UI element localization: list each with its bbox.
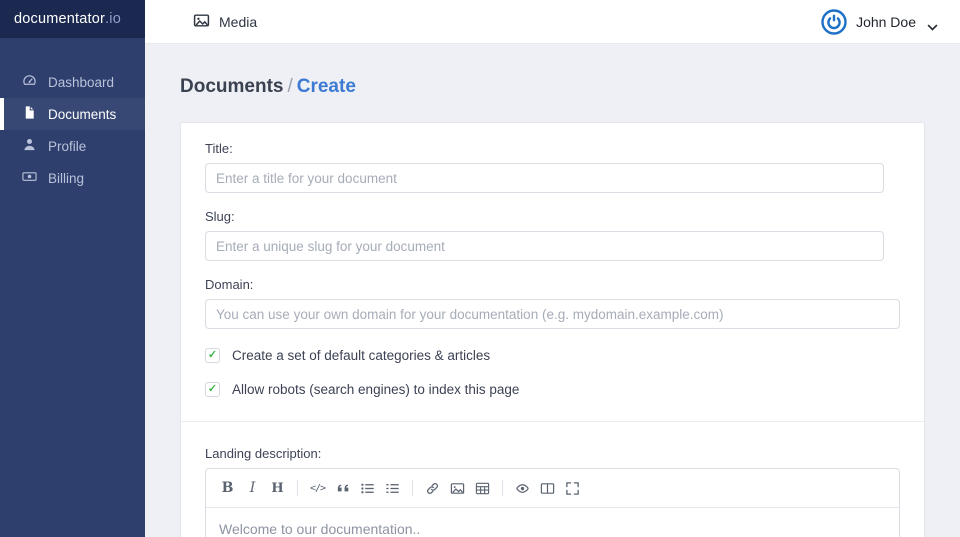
side-by-side-icon[interactable] — [535, 476, 560, 500]
fullscreen-icon[interactable] — [560, 476, 585, 500]
default-categories-label: Create a set of default categories & art… — [232, 348, 490, 363]
app: documentator.io Dashboard Documents Prof… — [0, 0, 960, 537]
topbar: Media John Doe — [145, 0, 960, 44]
sidebar-item-label: Billing — [48, 171, 84, 186]
code-icon[interactable]: </> — [305, 476, 330, 500]
toolbar-separator — [297, 480, 298, 496]
brand-logo[interactable]: documentator.io — [0, 0, 145, 38]
domain-group: Domain: — [205, 277, 900, 329]
breadcrumb-section: Documents — [180, 76, 283, 97]
toolbar-separator — [412, 480, 413, 496]
editor-toolbar: B I H </> — [206, 469, 899, 508]
italic-icon[interactable]: I — [240, 476, 265, 500]
link-icon[interactable] — [420, 476, 445, 500]
landing-description-label: Landing description: — [205, 446, 900, 461]
quote-icon[interactable] — [330, 476, 355, 500]
heading-icon[interactable]: H — [265, 476, 290, 500]
preview-eye-icon[interactable] — [510, 476, 535, 500]
allow-robots-checkbox[interactable]: ✓ — [205, 382, 220, 397]
sidebar: documentator.io Dashboard Documents Prof… — [0, 0, 145, 537]
allow-robots-label: Allow robots (search engines) to index t… — [232, 382, 519, 397]
sidebar-item-billing[interactable]: Billing — [0, 162, 145, 194]
sidebar-item-dashboard[interactable]: Dashboard — [0, 66, 145, 98]
sidebar-item-label: Profile — [48, 139, 86, 154]
breadcrumb-separator: / — [287, 76, 292, 97]
toolbar-separator — [502, 480, 503, 496]
title-label: Title: — [205, 141, 900, 156]
landing-description-group: Landing description: B I H </> — [205, 446, 900, 537]
brand-tld: .io — [105, 11, 121, 27]
image-icon[interactable] — [445, 476, 470, 500]
user-menu[interactable]: John Doe — [821, 9, 938, 35]
page-content: Documents/Create Title: Slug: Domain: ✓ — [145, 44, 960, 537]
title-input[interactable] — [205, 163, 884, 193]
media-label: Media — [219, 14, 257, 30]
user-name: John Doe — [856, 14, 916, 30]
default-categories-row: ✓ Create a set of default categories & a… — [205, 348, 900, 363]
sidebar-nav: Dashboard Documents Profile Billing — [0, 38, 145, 194]
allow-robots-row: ✓ Allow robots (search engines) to index… — [205, 382, 900, 397]
bold-icon[interactable]: B — [215, 476, 240, 500]
dashboard-gauge-icon — [22, 73, 37, 91]
title-group: Title: — [205, 141, 900, 193]
brand-name: documentator — [14, 11, 105, 27]
ordered-list-icon[interactable] — [380, 476, 405, 500]
breadcrumb-current: Create — [297, 76, 356, 97]
slug-label: Slug: — [205, 209, 900, 224]
sidebar-item-documents[interactable]: Documents — [0, 98, 145, 130]
document-icon — [22, 105, 37, 123]
domain-label: Domain: — [205, 277, 900, 292]
slug-group: Slug: — [205, 209, 900, 261]
breadcrumb: Documents/Create — [180, 76, 925, 98]
media-image-icon — [193, 12, 210, 32]
chevron-down-icon — [927, 18, 938, 25]
sidebar-item-label: Documents — [48, 107, 116, 122]
user-icon — [22, 137, 37, 155]
main: Media John Doe Documents/Create Title: — [145, 0, 960, 537]
sidebar-item-label: Dashboard — [48, 75, 114, 90]
default-categories-checkbox[interactable]: ✓ — [205, 348, 220, 363]
billing-icon — [22, 169, 37, 187]
section-divider — [181, 421, 924, 422]
unordered-list-icon[interactable] — [355, 476, 380, 500]
table-icon[interactable] — [470, 476, 495, 500]
markdown-editor: B I H </> — [205, 468, 900, 537]
media-menu-item[interactable]: Media — [193, 12, 257, 32]
sidebar-item-profile[interactable]: Profile — [0, 130, 145, 162]
create-document-card: Title: Slug: Domain: ✓ Create a set of d… — [180, 122, 925, 537]
domain-input[interactable] — [205, 299, 900, 329]
user-avatar-logo-icon — [821, 9, 847, 35]
landing-description-textarea[interactable] — [206, 508, 899, 537]
slug-input[interactable] — [205, 231, 884, 261]
